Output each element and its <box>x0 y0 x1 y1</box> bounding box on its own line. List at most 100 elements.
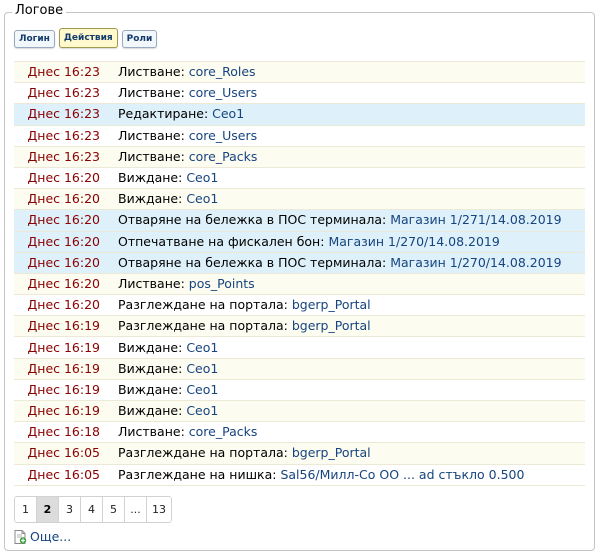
log-action: Виждане: <box>118 381 183 397</box>
log-time: Днес 16:23 <box>14 82 118 104</box>
log-description: Разглеждане на портала: bgerp_Portal <box>118 315 585 337</box>
panel-title: Логове <box>12 3 67 19</box>
log-time: Днес 16:20 <box>14 188 118 210</box>
log-object-link[interactable]: Ceo1 <box>186 361 218 376</box>
page-link[interactable]: 5 <box>103 497 125 522</box>
log-description: Листване: pos_Points <box>118 272 585 295</box>
log-table: Днес 16:23 Листване: core_Roles Днес 16:23… <box>14 60 585 486</box>
log-time: Днес 16:19 <box>14 336 118 359</box>
log-description: Разглеждане на нишка: Sal56/Милл-Со ОО .… <box>118 463 585 486</box>
table-row: Днес 16:19 Виждане: Ceo1 <box>14 399 585 422</box>
page-link[interactable]: 3 <box>59 497 81 522</box>
log-object-link[interactable]: Магазин 1/270/14.08.2019 <box>328 234 499 249</box>
log-action: Разглеждане на портала: <box>118 297 288 313</box>
log-action: Разглеждане на портала: <box>118 318 288 334</box>
log-time: Днес 16:20 <box>14 272 118 295</box>
log-description: Отваряне на бележка в ПОС терминала: Маг… <box>118 251 585 274</box>
log-description: Виждане: Ceo1 <box>118 378 585 401</box>
log-object-link[interactable]: core_Users <box>189 85 257 100</box>
page-ellipsis: ... <box>125 497 147 522</box>
table-row: Днес 16:19 Виждане: Ceo1 <box>14 357 585 380</box>
log-object-link[interactable]: core_Roles <box>189 64 256 79</box>
log-time: Днес 16:20 <box>14 209 118 231</box>
tab-login[interactable]: Логин <box>14 30 55 48</box>
log-time: Днес 16:20 <box>14 230 118 253</box>
log-action: Отпечатване на фискален бон: <box>118 233 325 249</box>
log-object-link[interactable]: Магазин 1/270/14.08.2019 <box>390 255 561 270</box>
pagination: 1 2 3 4 5... 13 <box>14 496 172 523</box>
more-label: Още... <box>30 529 72 544</box>
log-object-link[interactable]: Ceo1 <box>212 106 244 121</box>
log-object-link[interactable]: pos_Points <box>189 276 255 291</box>
tab-roles[interactable]: Роли <box>121 30 158 48</box>
log-time: Днес 16:20 <box>14 251 118 274</box>
log-object-link[interactable]: Ceo1 <box>186 170 218 185</box>
log-object-link[interactable]: Магазин 1/271/14.08.2019 <box>390 212 561 227</box>
log-action: Виждане: <box>118 360 183 376</box>
table-row: Днес 16:05 Разглеждане на портала: bgerp_… <box>14 442 585 465</box>
page-link[interactable]: 1 <box>15 497 37 522</box>
log-object-link[interactable]: Ceo1 <box>186 340 218 355</box>
log-description: Отваряне на бележка в ПОС терминала: Маг… <box>118 209 585 231</box>
log-action: Листване: <box>118 127 185 143</box>
log-time: Днес 16:20 <box>14 294 118 316</box>
page-link[interactable]: 2 <box>37 497 59 522</box>
log-action: Разглеждане на нишка: <box>118 466 277 482</box>
table-row: Днес 16:23 Листване: core_Packs <box>14 145 585 168</box>
table-row: Днес 16:20 Отваряне на бележка в ПОС терм… <box>14 251 585 274</box>
log-action: Разглеждане на портала: <box>118 445 288 461</box>
table-row: Днес 16:23 Листване: core_Roles <box>14 60 585 83</box>
log-action: Виждане: <box>118 170 183 186</box>
log-action: Виждане: <box>118 191 183 207</box>
table-row: Днес 16:05 Разглеждане на нишка: Sal56/Ми… <box>14 463 585 486</box>
log-description: Листване: core_Packs <box>118 145 585 168</box>
table-row: Днес 16:23 Листване: core_Users <box>14 82 585 104</box>
log-object-link[interactable]: core_Packs <box>189 424 258 439</box>
tab-actions[interactable]: Действия <box>58 28 118 48</box>
log-object-link[interactable]: Sal56/Милл-Со ОО ... ad стъкло 0.500 <box>280 467 524 482</box>
log-description: Разглеждане на портала: bgerp_Portal <box>118 442 585 465</box>
log-object-link[interactable]: core_Users <box>189 128 257 143</box>
log-description: Виждане: Ceo1 <box>118 166 585 189</box>
log-action: Листване: <box>118 424 185 440</box>
page-link[interactable]: 13 <box>147 497 171 522</box>
log-time: Днес 16:23 <box>14 145 118 168</box>
log-action: Листване: <box>118 64 185 80</box>
log-object-link[interactable]: bgerp_Portal <box>292 445 371 460</box>
log-action: Листване: <box>118 148 185 164</box>
log-time: Днес 16:19 <box>14 315 118 337</box>
log-time: Днес 16:05 <box>14 463 118 486</box>
log-description: Виждане: Ceo1 <box>118 188 585 210</box>
log-type-tabs: Логин Действия Роли <box>14 28 158 48</box>
more-link[interactable]: Още... <box>14 529 71 544</box>
log-time: Днес 16:19 <box>14 378 118 401</box>
log-object-link[interactable]: core_Packs <box>189 149 258 164</box>
table-row: Днес 16:20 Виждане: Ceo1 <box>14 166 585 189</box>
log-object-link[interactable]: bgerp_Portal <box>292 318 371 333</box>
table-row: Днес 16:19 Разглеждане на портала: bgerp_… <box>14 315 585 337</box>
log-time: Днес 16:18 <box>14 421 118 443</box>
log-time: Днес 16:23 <box>14 124 118 147</box>
log-action: Листване: <box>118 275 185 291</box>
log-object-link[interactable]: bgerp_Portal <box>292 297 371 312</box>
log-description: Редактиране: Ceo1 <box>118 103 585 126</box>
log-time: Днес 16:23 <box>14 103 118 126</box>
log-object-link[interactable]: Ceo1 <box>186 382 218 397</box>
log-time: Днес 16:05 <box>14 442 118 465</box>
log-action: Виждане: <box>118 403 183 419</box>
log-description: Разглеждане на портала: bgerp_Portal <box>118 294 585 316</box>
log-description: Виждане: Ceo1 <box>118 357 585 380</box>
table-row: Днес 16:20 Листване: pos_Points <box>14 272 585 295</box>
log-description: Листване: core_Users <box>118 82 585 104</box>
log-description: Виждане: Ceo1 <box>118 399 585 422</box>
log-description: Отпечатване на фискален бон: Магазин 1/2… <box>118 230 585 253</box>
log-object-link[interactable]: Ceo1 <box>186 191 218 206</box>
table-row: Днес 16:19 Виждане: Ceo1 <box>14 378 585 401</box>
log-time: Днес 16:19 <box>14 357 118 380</box>
page-link[interactable]: 4 <box>81 497 103 522</box>
log-action: Листване: <box>118 85 185 101</box>
table-row: Днес 16:20 Виждане: Ceo1 <box>14 188 585 210</box>
log-action: Виждане: <box>118 339 183 355</box>
log-description: Виждане: Ceo1 <box>118 336 585 359</box>
log-object-link[interactable]: Ceo1 <box>186 403 218 418</box>
